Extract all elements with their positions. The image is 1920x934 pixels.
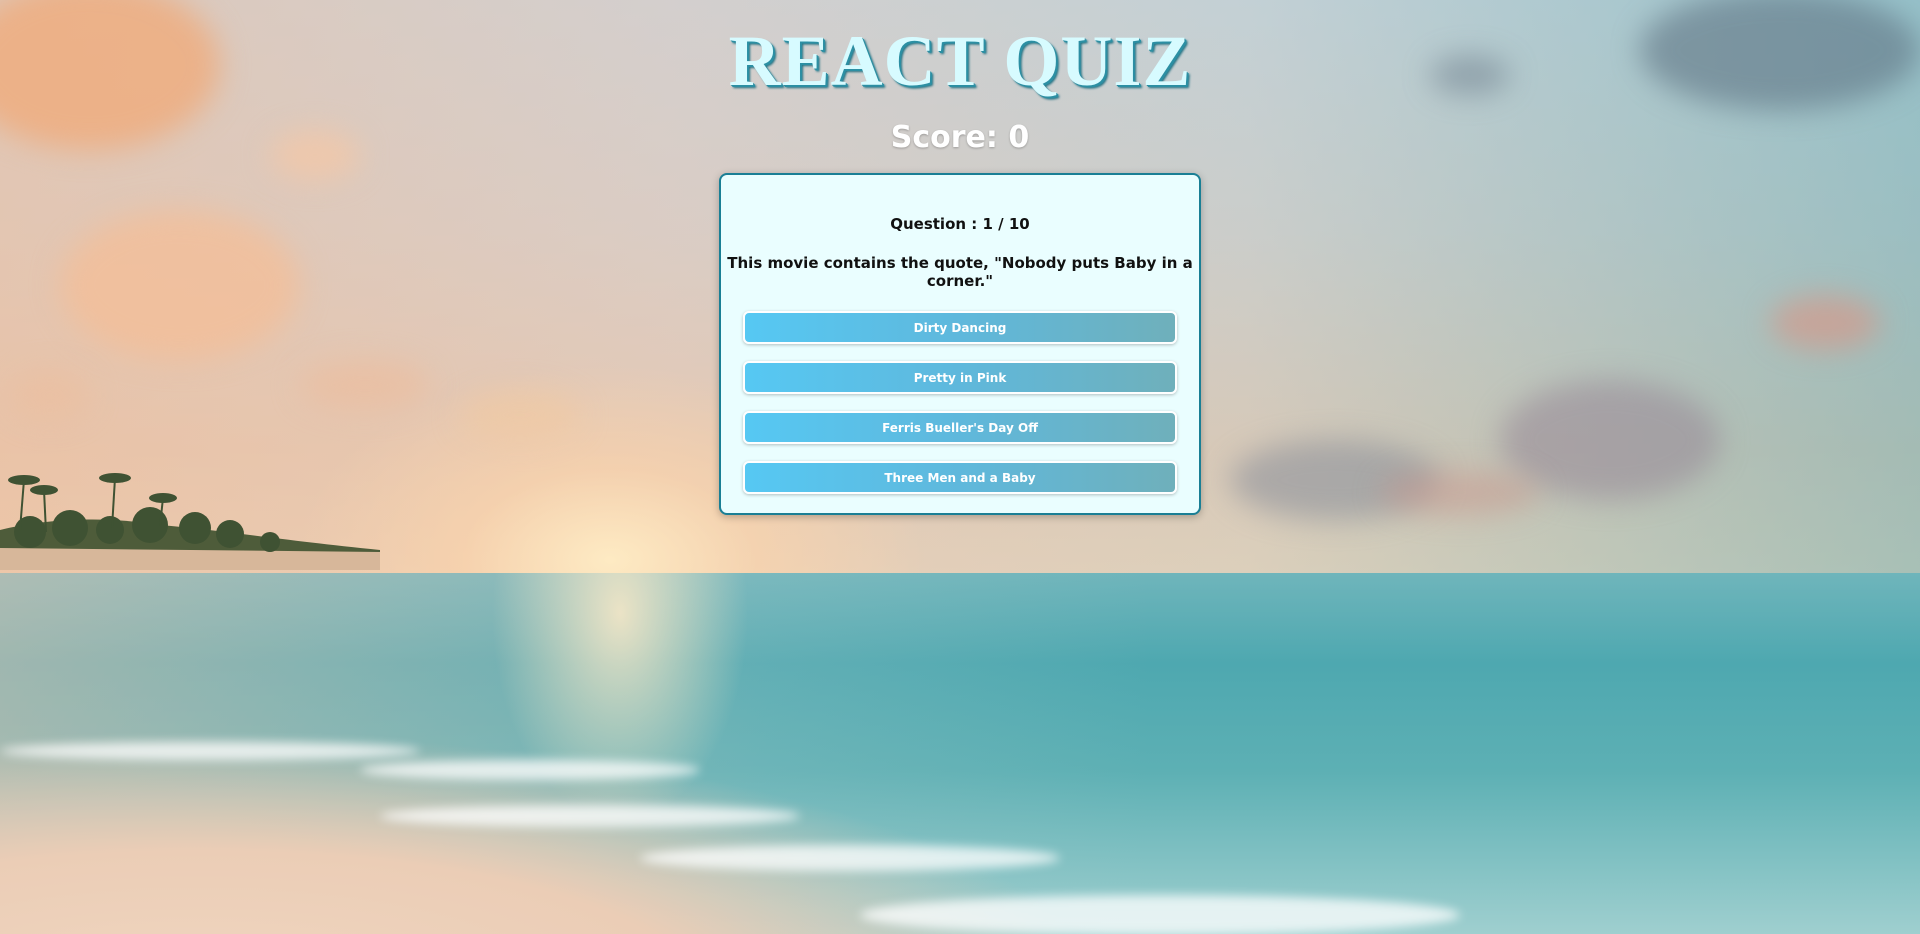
cloud	[460, 390, 580, 440]
cloud	[10, 370, 90, 420]
answer-button[interactable]: Dirty Dancing	[743, 311, 1177, 344]
wave-foam	[640, 845, 1060, 871]
cloud	[1500, 380, 1720, 500]
cloud	[300, 360, 430, 410]
cloud	[60, 210, 300, 360]
answer-list: Dirty Dancing Pretty in Pink Ferris Buel…	[721, 311, 1199, 494]
answer-button[interactable]: Ferris Bueller's Day Off	[743, 411, 1177, 444]
wave-foam	[0, 742, 420, 760]
wave-foam	[860, 895, 1460, 934]
score-display: Score: 0	[890, 120, 1030, 155]
wave-foam	[380, 805, 800, 827]
wave-foam	[360, 760, 700, 780]
cloud	[1770, 295, 1880, 350]
question-text: This movie contains the quote, "Nobody p…	[727, 254, 1193, 290]
answer-button[interactable]: Pretty in Pink	[743, 361, 1177, 394]
question-number: Question : 1 / 10	[890, 215, 1030, 233]
palm-island	[0, 473, 380, 570]
header: REACT QUIZ	[0, 20, 1920, 102]
quiz-card: Question : 1 / 10 This movie contains th…	[719, 173, 1201, 515]
page-title: REACT QUIZ	[728, 21, 1192, 101]
cloud	[1380, 470, 1540, 515]
answer-button[interactable]: Three Men and a Baby	[743, 461, 1177, 494]
